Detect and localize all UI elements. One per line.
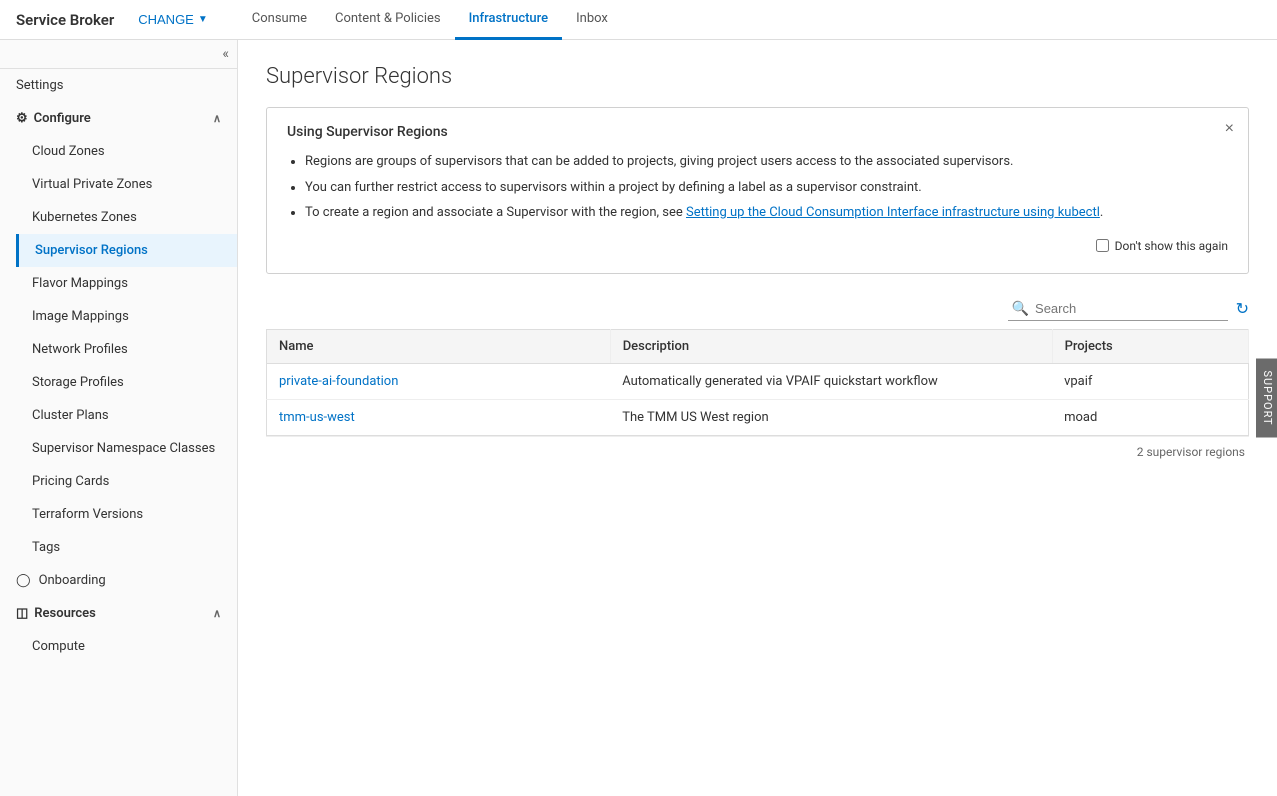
sidebar-section-configure[interactable]: ⚙ Configure ∧ — [0, 102, 237, 135]
onboarding-icon: ◯ — [16, 573, 31, 588]
sidebar-section-resources[interactable]: ◫ Resources ∧ — [0, 597, 237, 630]
sidebar-item-cluster-plans[interactable]: Cluster Plans — [16, 399, 237, 432]
table-row: private-ai-foundationAutomatically gener… — [267, 363, 1249, 399]
page-title: Supervisor Regions — [266, 64, 1249, 89]
sidebar-item-label: Settings — [16, 78, 63, 93]
sidebar-item-cloud-zones[interactable]: Cloud Zones — [16, 135, 237, 168]
sidebar-item-settings[interactable]: Settings — [0, 69, 237, 102]
cell-projects: vpaif — [1052, 363, 1248, 399]
main-nav: Consume Content & Policies Infrastructur… — [238, 0, 622, 40]
table-toolbar: 🔍 ↻ — [266, 298, 1249, 321]
search-icon: 🔍 — [1012, 301, 1029, 317]
chevron-down-icon: ∧ — [213, 607, 221, 620]
info-bullet-3: To create a region and associate a Super… — [305, 203, 1228, 223]
info-bullet-1: Regions are groups of supervisors that c… — [305, 152, 1228, 172]
table-body: private-ai-foundationAutomatically gener… — [267, 363, 1249, 435]
change-button[interactable]: CHANGE ▼ — [138, 12, 208, 27]
info-box-list: Regions are groups of supervisors that c… — [287, 152, 1228, 223]
sidebar-item-supervisor-namespace-classes[interactable]: Supervisor Namespace Classes — [16, 432, 237, 465]
col-name: Name — [267, 329, 611, 363]
regions-table: Name Description Projects private-ai-fou… — [266, 329, 1249, 436]
gear-icon: ⚙ — [16, 111, 28, 126]
top-bar: Service Broker CHANGE ▼ Consume Content … — [0, 0, 1277, 40]
tab-content-policies[interactable]: Content & Policies — [321, 0, 455, 40]
col-projects: Projects — [1052, 329, 1248, 363]
dont-show-label[interactable]: Don't show this again — [1096, 239, 1228, 253]
main-content: Supervisor Regions Using Supervisor Regi… — [238, 40, 1277, 796]
box-icon: ◫ — [16, 606, 28, 621]
sidebar-item-network-profiles[interactable]: Network Profiles — [16, 333, 237, 366]
sidebar-item-image-mappings[interactable]: Image Mappings — [16, 300, 237, 333]
support-tab[interactable]: SUPPORT — [1256, 358, 1277, 437]
refresh-button[interactable]: ↻ — [1236, 299, 1249, 319]
table-row: tmm-us-westThe TMM US West regionmoad — [267, 399, 1249, 435]
tab-inbox[interactable]: Inbox — [562, 0, 622, 40]
collapse-icon[interactable]: « — [222, 46, 229, 62]
sidebar-item-terraform-versions[interactable]: Terraform Versions — [16, 498, 237, 531]
cell-projects: moad — [1052, 399, 1248, 435]
sidebar-item-pricing-cards[interactable]: Pricing Cards — [16, 465, 237, 498]
sidebar: « Settings ⚙ Configure ∧ Cloud Zones Vir… — [0, 40, 238, 796]
search-input[interactable] — [1035, 301, 1224, 316]
resources-label: Resources — [34, 606, 96, 621]
tab-infrastructure[interactable]: Infrastructure — [455, 0, 563, 40]
kubctl-link[interactable]: Setting up the Cloud Consumption Interfa… — [686, 205, 1100, 220]
table-header: Name Description Projects — [267, 329, 1249, 363]
cell-description: The TMM US West region — [610, 399, 1052, 435]
dont-show-checkbox[interactable] — [1096, 239, 1109, 252]
sidebar-item-compute[interactable]: Compute — [16, 630, 237, 663]
info-box-title: Using Supervisor Regions — [287, 124, 1228, 140]
chevron-down-icon: ▼ — [198, 14, 208, 25]
search-box: 🔍 — [1008, 298, 1228, 321]
table-footer: 2 supervisor regions — [266, 436, 1249, 467]
close-button[interactable]: × — [1225, 120, 1234, 138]
sidebar-item-storage-profiles[interactable]: Storage Profiles — [16, 366, 237, 399]
sidebar-item-virtual-private-zones[interactable]: Virtual Private Zones — [16, 168, 237, 201]
resources-subnav: Compute — [0, 630, 237, 663]
chevron-up-icon: ∧ — [213, 112, 221, 125]
col-description: Description — [610, 329, 1052, 363]
configure-subnav: Cloud Zones Virtual Private Zones Kubern… — [0, 135, 237, 564]
cell-description: Automatically generated via VPAIF quicks… — [610, 363, 1052, 399]
row-count: 2 supervisor regions — [1137, 445, 1245, 459]
info-box: Using Supervisor Regions × Regions are g… — [266, 107, 1249, 274]
sidebar-item-flavor-mappings[interactable]: Flavor Mappings — [16, 267, 237, 300]
sidebar-collapse-area: « — [0, 40, 237, 69]
layout: « Settings ⚙ Configure ∧ Cloud Zones Vir… — [0, 40, 1277, 796]
cell-name[interactable]: tmm-us-west — [267, 399, 611, 435]
sidebar-item-tags[interactable]: Tags — [16, 531, 237, 564]
sidebar-item-kubernetes-zones[interactable]: Kubernetes Zones — [16, 201, 237, 234]
info-box-footer: Don't show this again — [287, 239, 1228, 253]
app-title: Service Broker — [16, 11, 114, 29]
configure-label: Configure — [34, 111, 91, 126]
cell-name[interactable]: private-ai-foundation — [267, 363, 611, 399]
tab-consume[interactable]: Consume — [238, 0, 321, 40]
sidebar-item-supervisor-regions[interactable]: Supervisor Regions — [16, 234, 237, 267]
sidebar-item-onboarding[interactable]: ◯ Onboarding — [0, 564, 237, 597]
info-bullet-2: You can further restrict access to super… — [305, 178, 1228, 198]
